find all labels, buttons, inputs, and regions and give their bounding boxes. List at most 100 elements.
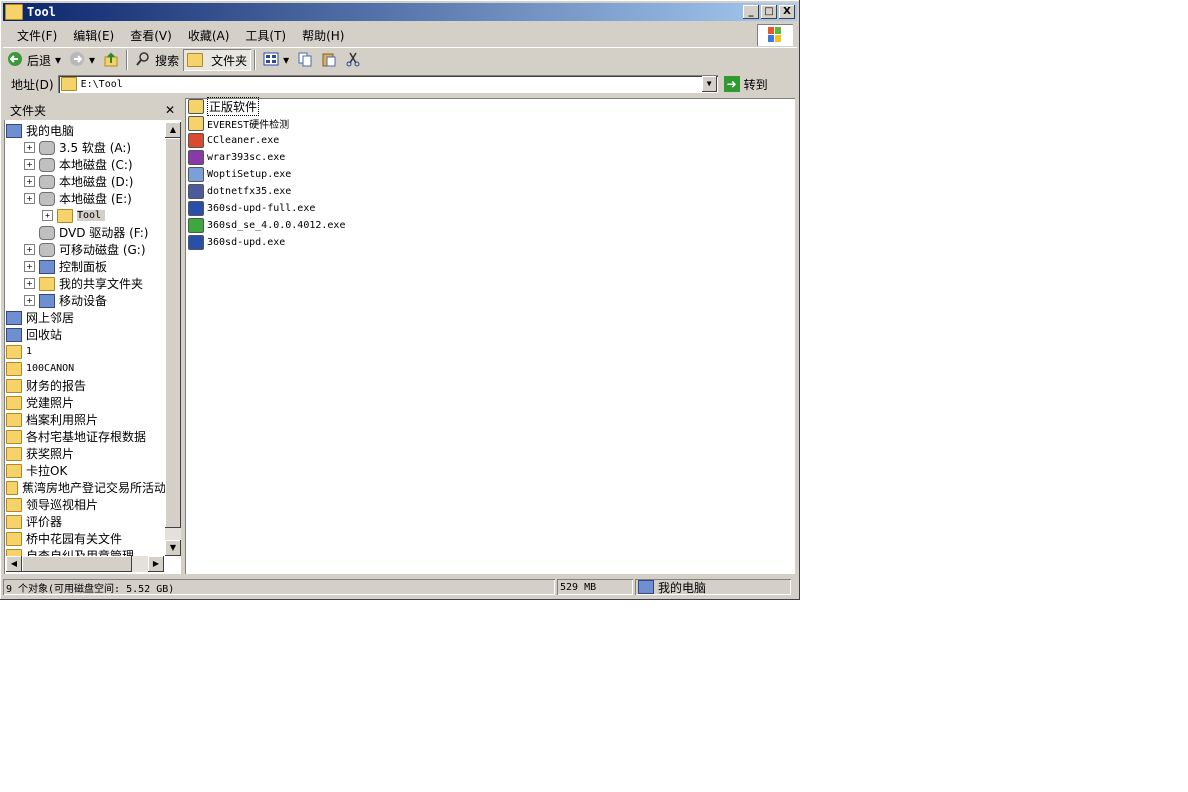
file-name: 正版软件 (207, 97, 260, 116)
tree-item[interactable]: 回收站 (6, 326, 166, 343)
tree-item-label: 各村宅基地证存根数据 (26, 430, 147, 444)
close-icon[interactable]: ✕ (165, 103, 175, 117)
tree-item[interactable]: DVD 驱动器 (F:) (6, 224, 166, 241)
scroll-thumb[interactable] (22, 556, 132, 572)
menu-favorites[interactable]: 收藏(A) (180, 27, 238, 44)
tree-item[interactable]: + 我的共享文件夹 (6, 275, 166, 292)
expand-icon[interactable]: + (24, 244, 35, 255)
tree-item-label: 移动设备 (59, 294, 108, 308)
menu-file[interactable]: 文件(F) (9, 27, 65, 44)
cut-button[interactable] (341, 49, 365, 71)
dropdown-arrow-icon[interactable]: ▾ (283, 53, 289, 67)
menu-tools[interactable]: 工具(T) (237, 27, 294, 44)
folder-icon (187, 53, 204, 67)
tree-item[interactable]: 党建照片 (6, 394, 166, 411)
forward-button[interactable]: ▾ (65, 49, 99, 71)
close-button[interactable]: X (779, 5, 795, 19)
tree-item[interactable]: 自查自纠及用章管理 (6, 547, 166, 556)
shared-folder-icon (39, 276, 55, 291)
horizontal-scrollbar[interactable]: ◀ ▶ (6, 556, 164, 572)
tree-item[interactable]: 评价器 (6, 513, 166, 530)
file-item[interactable]: 360sd-upd.exe (185, 234, 795, 251)
up-folder-button[interactable] (99, 49, 123, 71)
menu-view[interactable]: 查看(V) (122, 27, 180, 44)
file-list-pane[interactable]: 正版软件 EVEREST硬件检测 CCleaner.exe wrar393sc.exe… (185, 97, 795, 574)
tree-item-label: 1 (26, 346, 33, 357)
address-value: E:\Tool (80, 78, 123, 90)
tree-item[interactable]: + 本地磁盘 (E:) (6, 190, 166, 207)
expand-icon[interactable]: + (24, 295, 35, 306)
ccleaner-icon (188, 133, 204, 148)
tree-item[interactable]: 网上邻居 (6, 309, 166, 326)
dropdown-arrow-icon[interactable]: ▾ (89, 53, 95, 67)
file-item[interactable]: dotnetfx35.exe (185, 183, 795, 200)
vertical-scrollbar[interactable]: ▲ ▼ (165, 122, 181, 556)
views-button[interactable]: ▾ (259, 49, 293, 71)
title-bar[interactable]: Tool _ □ X (3, 3, 797, 21)
scroll-up-button[interactable]: ▲ (165, 122, 181, 138)
folders-button[interactable]: 文件夹 (183, 49, 252, 71)
copy-to-button[interactable] (293, 49, 317, 71)
minimize-button[interactable]: _ (743, 5, 759, 19)
tree-item[interactable]: 桥中花园有关文件 (6, 530, 166, 547)
expand-icon[interactable]: + (24, 193, 35, 204)
expand-icon[interactable]: + (24, 159, 35, 170)
tree-item[interactable]: 财务的报告 (6, 377, 166, 394)
file-item[interactable]: EVEREST硬件检测 (185, 115, 795, 132)
tree-item[interactable]: + 本地磁盘 (D:) (6, 173, 166, 190)
tree-item[interactable]: + 本地磁盘 (C:) (6, 156, 166, 173)
file-name: CCleaner.exe (207, 135, 280, 146)
tree-item[interactable]: 各村宅基地证存根数据 (6, 428, 166, 445)
menu-help[interactable]: 帮助(H) (294, 27, 352, 44)
tree-item[interactable]: 1 (6, 343, 166, 360)
file-item[interactable]: 360sd-upd-full.exe (185, 200, 795, 217)
paste-icon (321, 51, 337, 70)
tree-item[interactable]: 获奖照片 (6, 445, 166, 462)
expand-icon[interactable]: + (24, 142, 35, 153)
expand-icon[interactable]: + (42, 210, 53, 221)
tree-item[interactable]: + 控制面板 (6, 258, 166, 275)
file-name: 360sd_se_4.0.0.4012.exe (207, 220, 346, 231)
file-item[interactable]: 360sd_se_4.0.0.4012.exe (185, 217, 795, 234)
expand-icon[interactable]: + (24, 261, 35, 272)
go-label: 转到 (743, 77, 768, 92)
scroll-down-button[interactable]: ▼ (165, 540, 181, 556)
folder-icon (188, 116, 204, 131)
scroll-right-button[interactable]: ▶ (148, 556, 164, 572)
folder-icon (6, 395, 22, 410)
maximize-button[interactable]: □ (761, 5, 777, 19)
tree-item[interactable]: 卡拉OK (6, 462, 166, 479)
network-icon (6, 310, 22, 325)
tree-item[interactable]: 100CANON (6, 360, 166, 377)
tree-item-label: 可移动磁盘 (G:) (59, 243, 146, 257)
search-button[interactable]: 搜索 (131, 49, 183, 71)
expand-icon[interactable]: + (24, 278, 35, 289)
tree-item[interactable]: + 可移动磁盘 (G:) (6, 241, 166, 258)
address-dropdown-button[interactable]: ▼ (701, 76, 717, 92)
file-item[interactable]: WoptiSetup.exe (185, 166, 795, 183)
tree-item[interactable]: 档案利用照片 (6, 411, 166, 428)
menu-edit[interactable]: 编辑(E) (65, 27, 122, 44)
folder-icon (6, 548, 22, 556)
file-item[interactable]: CCleaner.exe (185, 132, 795, 149)
dropdown-arrow-icon[interactable]: ▾ (55, 53, 61, 67)
tree-item[interactable]: 蕉湾房地产登记交易所活动 (6, 479, 166, 496)
tree-item[interactable]: +3.5 软盘 (A:) (6, 139, 166, 156)
go-button[interactable]: ➜ 转到 (723, 76, 768, 93)
tree-item[interactable]: + 移动设备 (6, 292, 166, 309)
tree-item[interactable]: + Tool (6, 207, 166, 224)
back-arrow-icon (7, 51, 23, 70)
paste-button[interactable] (317, 49, 341, 71)
window-title: Tool (27, 5, 56, 19)
tree-item[interactable]: 领导巡视相片 (6, 496, 166, 513)
file-item[interactable]: 正版软件 (185, 97, 795, 116)
tree-item[interactable]: 我的电脑 (6, 122, 166, 139)
address-input[interactable]: E:\Tool ▼ (57, 75, 718, 93)
tree-item-label: Tool (77, 210, 106, 221)
scroll-left-button[interactable]: ◀ (6, 556, 22, 572)
file-item[interactable]: wrar393sc.exe (185, 149, 795, 166)
back-button[interactable]: 后退 ▾ (3, 49, 65, 71)
folder-tree[interactable]: 我的电脑 +3.5 软盘 (A:) + 本地磁盘 (C:) + 本地磁盘 (D:) + 本地磁… (6, 122, 166, 556)
expand-icon[interactable]: + (24, 176, 35, 187)
scroll-thumb[interactable] (165, 138, 181, 528)
